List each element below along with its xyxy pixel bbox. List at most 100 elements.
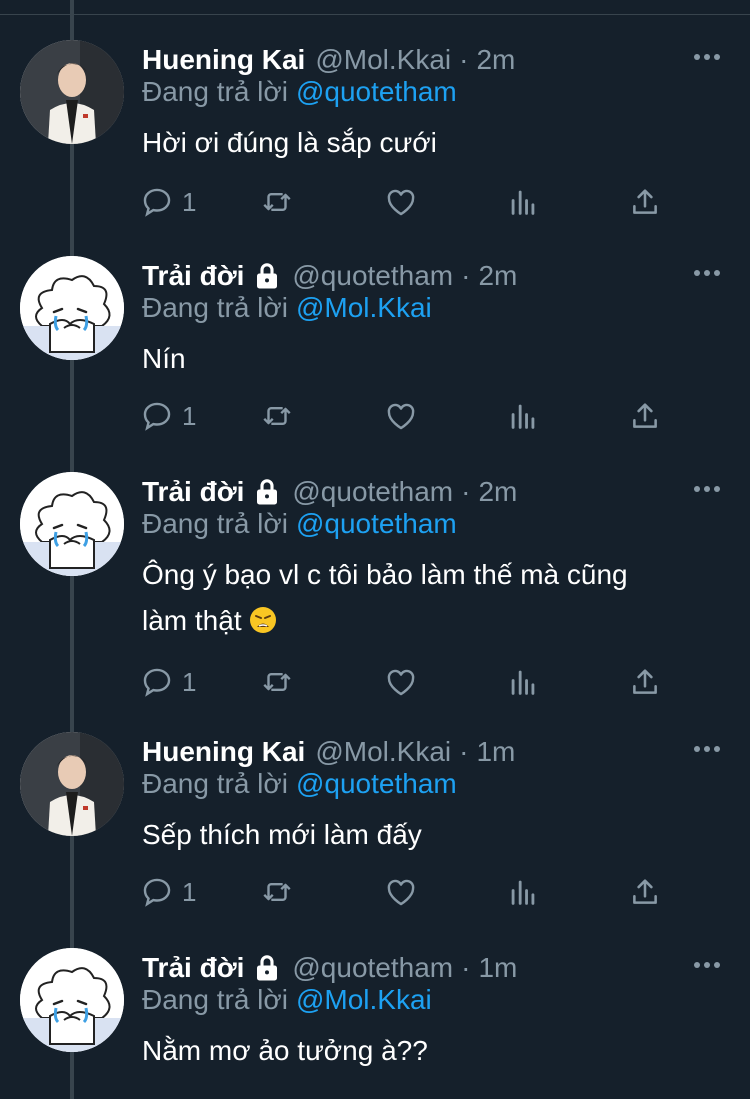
share-icon <box>633 403 657 428</box>
avatar[interactable] <box>20 472 124 576</box>
display-name[interactable]: Trải đời <box>142 952 244 984</box>
share-button[interactable] <box>628 872 662 912</box>
display-name[interactable]: Trải đời <box>142 476 244 508</box>
reply-icon <box>143 668 171 697</box>
reply-count: 1 <box>182 400 197 431</box>
share-button[interactable] <box>628 182 662 222</box>
retweet-icon <box>263 883 291 901</box>
replying-to: Đang trả lời @quotetham <box>142 768 457 800</box>
more-options-icon[interactable] <box>692 262 722 284</box>
crying-cartoon-avatar <box>20 256 124 360</box>
protected-lock-icon <box>252 953 282 983</box>
retweet-button[interactable] <box>260 182 294 222</box>
reply-count: 1 <box>182 876 197 907</box>
analytics-button[interactable] <box>506 396 540 436</box>
share-button[interactable] <box>628 662 662 702</box>
avatar[interactable] <box>20 732 124 836</box>
reply-icon <box>143 402 171 431</box>
tweet-text: Sếp thích mới làm đấy <box>142 819 422 850</box>
replying-to-label: Đang trả lời <box>142 292 288 323</box>
separator-dot: · <box>459 44 469 75</box>
like-button[interactable] <box>384 182 418 222</box>
analytics-icon <box>511 880 535 905</box>
heart-icon <box>387 879 415 906</box>
analytics-icon <box>511 670 535 695</box>
display-name[interactable]: Trải đời <box>142 260 244 292</box>
timestamp[interactable]: 2m <box>476 44 515 76</box>
huening-kai-photo <box>20 40 124 144</box>
top-divider <box>0 14 750 15</box>
tweet-actions: 1 <box>140 396 680 436</box>
timestamp[interactable]: 2m <box>478 260 517 292</box>
reply-button[interactable]: 1 <box>140 872 196 912</box>
more-options-icon[interactable] <box>692 954 722 976</box>
reply-button[interactable]: 1 <box>140 662 196 702</box>
analytics-button[interactable] <box>506 662 540 702</box>
display-name[interactable]: Huening Kai <box>142 44 305 76</box>
reply-count: 1 <box>182 666 197 697</box>
display-name[interactable]: Huening Kai <box>142 736 305 768</box>
retweet-button[interactable] <box>260 396 294 436</box>
reply-button[interactable]: 1 <box>140 396 196 436</box>
like-button[interactable] <box>384 662 418 702</box>
user-handle[interactable]: @Mol.Kkai <box>315 736 451 768</box>
tweet-text: Nín <box>142 343 186 374</box>
replying-to: Đang trả lời @Mol.Kkai <box>142 984 432 1016</box>
replying-to-handle[interactable]: @Mol.Kkai <box>296 292 432 323</box>
analytics-icon <box>511 190 535 215</box>
timestamp[interactable]: 1m <box>478 952 517 984</box>
huening-kai-photo <box>20 732 124 836</box>
user-handle[interactable]: @quotetham <box>292 476 453 508</box>
timestamp[interactable]: 1m <box>476 736 515 768</box>
separator-dot: · <box>461 476 471 507</box>
more-options-icon[interactable] <box>692 738 722 760</box>
user-handle[interactable]: @quotetham <box>292 260 453 292</box>
retweet-icon <box>263 193 291 211</box>
protected-lock-icon <box>252 261 282 291</box>
more-options-icon[interactable] <box>692 478 722 500</box>
analytics-icon <box>511 404 535 429</box>
reply-button[interactable]: 1 <box>140 182 196 222</box>
separator-dot: · <box>461 260 471 291</box>
retweet-button[interactable] <box>260 872 294 912</box>
heart-icon <box>387 403 415 430</box>
tweet-text: Hời ơi đúng là sắp cưới <box>142 127 437 158</box>
reply-icon <box>143 188 171 217</box>
heart-icon <box>387 189 415 216</box>
reply-count: 1 <box>182 186 197 217</box>
separator-dot: · <box>459 736 469 767</box>
separator-dot: · <box>461 952 471 983</box>
tweet-actions: 1 <box>140 872 680 912</box>
replying-to-handle[interactable]: @quotetham <box>296 76 457 107</box>
tweet-text: Nằm mơ ảo tưởng à?? <box>142 1035 428 1066</box>
protected-lock-icon <box>252 477 282 507</box>
retweet-button[interactable] <box>260 662 294 702</box>
avatar[interactable] <box>20 948 124 1052</box>
replying-to-label: Đang trả lời <box>142 508 288 539</box>
like-button[interactable] <box>384 396 418 436</box>
replying-to: Đang trả lời @Mol.Kkai <box>142 292 432 324</box>
avatar[interactable] <box>20 40 124 144</box>
replying-to-label: Đang trả lời <box>142 768 288 799</box>
reply-icon <box>143 878 171 907</box>
replying-to-handle[interactable]: @quotetham <box>296 508 457 539</box>
like-button[interactable] <box>384 872 418 912</box>
share-icon <box>633 189 657 214</box>
user-handle[interactable]: @Mol.Kkai <box>315 44 451 76</box>
replying-to: Đang trả lời @quotetham <box>142 76 457 108</box>
tweet-text: Ông ý bạo vl c tôi bảo làm thế mà cũng l… <box>142 552 702 644</box>
timestamp[interactable]: 2m <box>478 476 517 508</box>
share-icon <box>633 879 657 904</box>
replying-to-handle[interactable]: @Mol.Kkai <box>296 984 432 1015</box>
analytics-button[interactable] <box>506 182 540 222</box>
heart-icon <box>387 669 415 696</box>
user-handle[interactable]: @quotetham <box>292 952 453 984</box>
tweet-text-line-2-wrap: làm thật <box>142 598 702 644</box>
crying-cartoon-avatar <box>20 472 124 576</box>
share-button[interactable] <box>628 396 662 436</box>
replying-to-handle[interactable]: @quotetham <box>296 768 457 799</box>
tweet-text-line-2: làm thật <box>142 605 242 636</box>
more-options-icon[interactable] <box>692 46 722 68</box>
analytics-button[interactable] <box>506 872 540 912</box>
avatar[interactable] <box>20 256 124 360</box>
